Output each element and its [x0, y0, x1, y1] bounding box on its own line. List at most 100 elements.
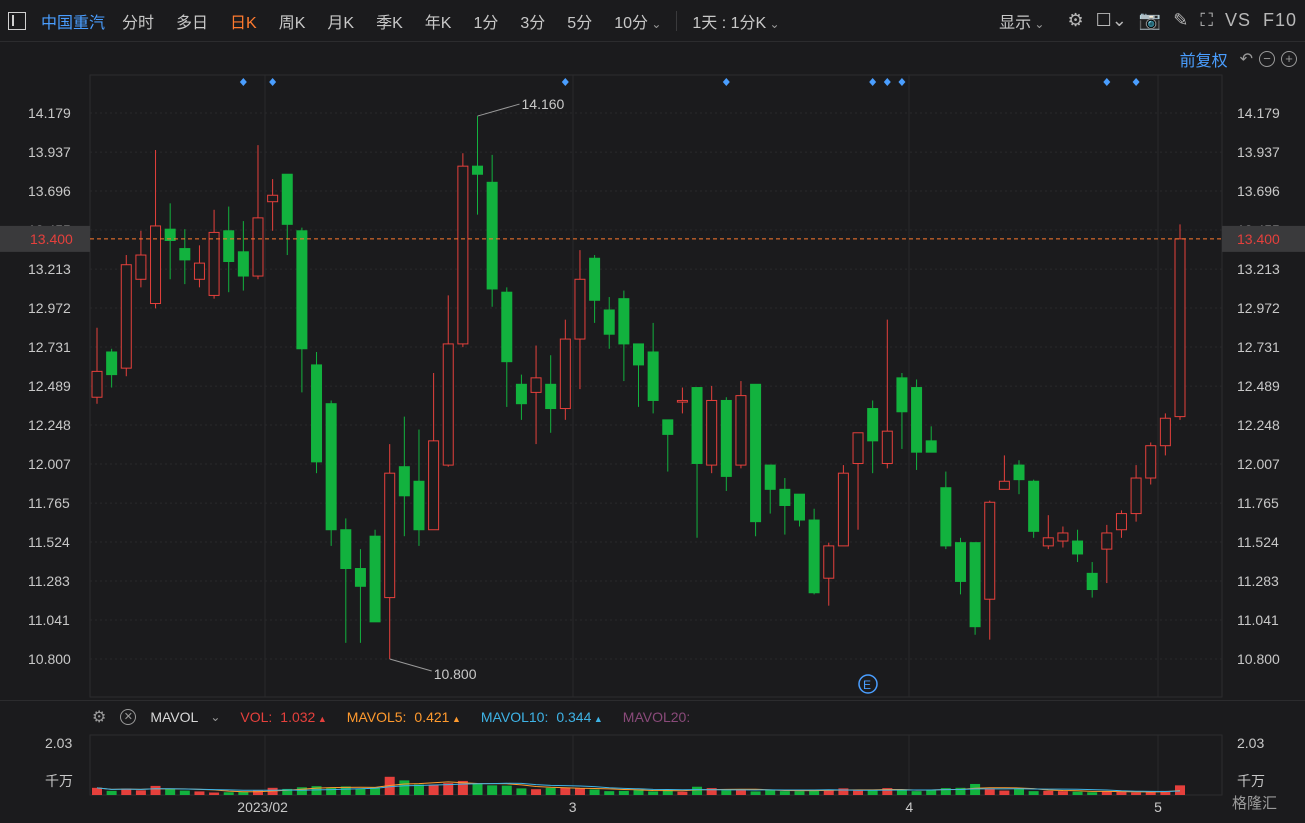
y-tick-label-right: 11.283	[1237, 573, 1279, 589]
indicator-name[interactable]: MAVOL	[150, 709, 198, 725]
candle-body	[1145, 445, 1157, 479]
candle-body	[793, 493, 805, 521]
candle-body	[252, 217, 264, 277]
candle-body	[486, 181, 498, 290]
volume-bar	[692, 786, 703, 795]
candle-body	[237, 251, 249, 277]
y-tick-label-left: 11.283	[28, 573, 70, 589]
volume-bar	[516, 788, 527, 795]
y-tick-label-left: 12.489	[28, 378, 71, 394]
candle-body	[296, 230, 308, 350]
vol-top-label-left: 2.03	[45, 735, 72, 751]
volume-bar	[794, 791, 805, 795]
y-tick-label-right: 11.041	[1237, 612, 1279, 628]
event-marker	[239, 78, 247, 86]
volume-bar	[223, 792, 234, 795]
event-marker	[1103, 78, 1111, 86]
candle-body	[135, 254, 147, 280]
indicator-dropdown-icon[interactable]: ⌄	[210, 710, 220, 724]
volume-bar	[355, 788, 366, 795]
volume-bar	[1175, 785, 1185, 795]
volume-bar	[560, 787, 571, 795]
candle-body	[940, 487, 952, 547]
vol-unit-left: 千万	[45, 773, 73, 789]
candle-body	[1057, 532, 1069, 542]
x-axis-label: 3	[569, 799, 577, 815]
candle-body	[896, 377, 908, 413]
indicator-settings-icon[interactable]: ⚙	[92, 707, 106, 727]
volume-bar	[721, 790, 732, 795]
volume-bar	[413, 784, 424, 795]
y-tick-label-right: 12.248	[1237, 417, 1280, 433]
y-tick-label-right: 13.696	[1237, 183, 1280, 199]
y-tick-label-left: 10.800	[28, 651, 71, 667]
event-marker	[269, 78, 277, 86]
volume-bar	[501, 785, 512, 795]
candle-body	[808, 519, 820, 594]
candle-body	[501, 291, 513, 363]
candle-body	[969, 542, 981, 628]
y-tick-label-left: 11.524	[28, 534, 70, 550]
volume-bar	[765, 790, 776, 795]
y-tick-label-right: 13.937	[1237, 144, 1280, 160]
event-marker	[561, 78, 569, 86]
max-price-label: 14.160	[522, 96, 565, 112]
candle-body	[442, 343, 454, 466]
vol-label: VOL:	[240, 709, 273, 725]
max-leader	[477, 103, 520, 117]
volume-bar	[135, 790, 146, 795]
volume-bar	[487, 785, 498, 795]
candle-body	[354, 568, 366, 587]
volume-frame	[89, 734, 1223, 796]
x-axis-label: 4	[905, 799, 913, 815]
volume-bar	[1087, 792, 1098, 795]
candle-body	[603, 309, 615, 335]
candle-body	[911, 387, 923, 453]
vol-top-label-right: 2.03	[1237, 735, 1264, 751]
candle-body	[193, 262, 205, 280]
volume-bar	[648, 791, 659, 795]
volume-bar	[779, 791, 790, 795]
mavol10-label: MAVOL10:	[480, 709, 549, 725]
candle-body	[1072, 540, 1084, 555]
event-marker	[1132, 78, 1140, 86]
candle-body	[545, 383, 557, 410]
candle-body	[954, 542, 966, 582]
volume-bar	[926, 790, 937, 795]
y-tick-label-left: 14.179	[28, 105, 71, 121]
volume-bar	[531, 789, 542, 795]
y-tick-label-right: 12.489	[1237, 378, 1280, 394]
indicator-close-icon[interactable]: ✕	[120, 709, 137, 725]
candle-body	[925, 440, 937, 453]
candle-body	[823, 545, 835, 579]
candle-body	[779, 488, 791, 506]
vol-value: 1.032	[280, 709, 326, 725]
candle-body	[691, 387, 703, 464]
candle-body	[706, 399, 718, 466]
candle-body	[311, 364, 323, 463]
y-tick-label-right: 10.800	[1237, 651, 1280, 667]
volume-bar	[1131, 792, 1142, 795]
candle-body	[472, 165, 484, 175]
volume-bar	[106, 790, 117, 795]
current-price-left: 13.400	[30, 231, 73, 247]
volume-bar	[428, 784, 439, 795]
candle-body	[750, 383, 762, 523]
candle-body	[179, 248, 191, 261]
volume-bar	[604, 791, 615, 795]
y-tick-label-left: 13.213	[28, 261, 71, 277]
candle-body	[457, 165, 469, 345]
event-marker	[883, 78, 891, 86]
candle-body	[267, 194, 279, 203]
event-marker	[898, 78, 906, 86]
y-tick-label-left: 11.041	[28, 612, 70, 628]
watermark-logo: 格隆汇	[1232, 795, 1277, 812]
y-tick-label-left: 12.972	[28, 300, 71, 316]
candle-body	[515, 383, 527, 405]
y-tick-label-right: 12.731	[1237, 339, 1280, 355]
volume-bar	[209, 792, 220, 795]
candle-body	[662, 419, 674, 435]
candle-body	[1130, 477, 1142, 515]
candle-body	[325, 403, 337, 531]
candle-body	[106, 351, 118, 376]
